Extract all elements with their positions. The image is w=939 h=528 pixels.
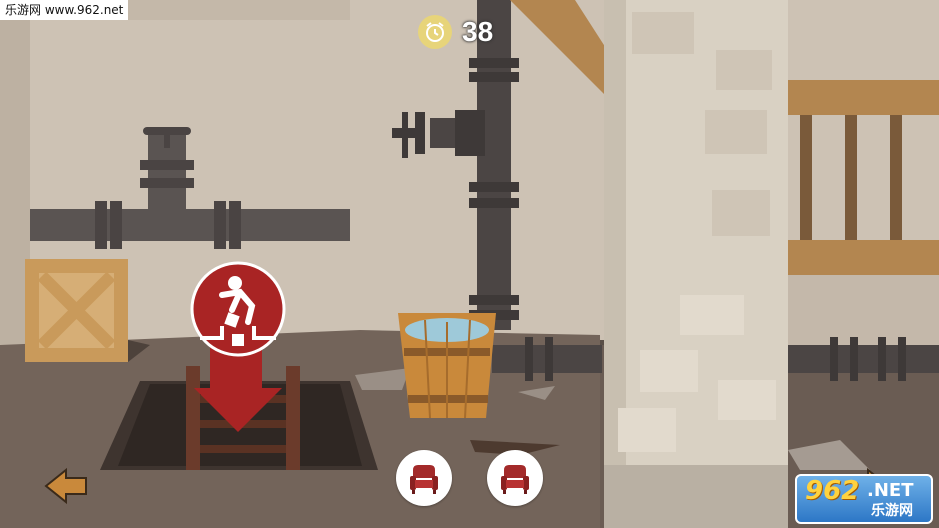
watermark-chinese: 乐游网 xyxy=(871,503,913,519)
horizontal-pipe xyxy=(30,209,350,241)
timer-value: 38 xyxy=(462,16,494,47)
watermark-suffix: .NET xyxy=(867,480,914,501)
alarm-clock-icon xyxy=(418,15,452,49)
armchair-icon xyxy=(501,465,529,494)
timer: 38 xyxy=(418,14,508,50)
armchair-icon xyxy=(410,465,438,494)
concrete-pillar xyxy=(604,0,788,528)
watermark-logo: 962 .NET 乐游网 xyxy=(795,474,933,524)
wooden-crate[interactable] xyxy=(25,259,128,362)
water-bucket[interactable] xyxy=(398,313,496,419)
inventory-slot-1[interactable] xyxy=(396,450,452,506)
game-scene xyxy=(0,0,939,528)
site-label: 乐游网 www.962.net xyxy=(0,0,129,20)
inventory-slot-2[interactable] xyxy=(487,450,543,506)
watermark-number: 962 xyxy=(805,476,860,506)
